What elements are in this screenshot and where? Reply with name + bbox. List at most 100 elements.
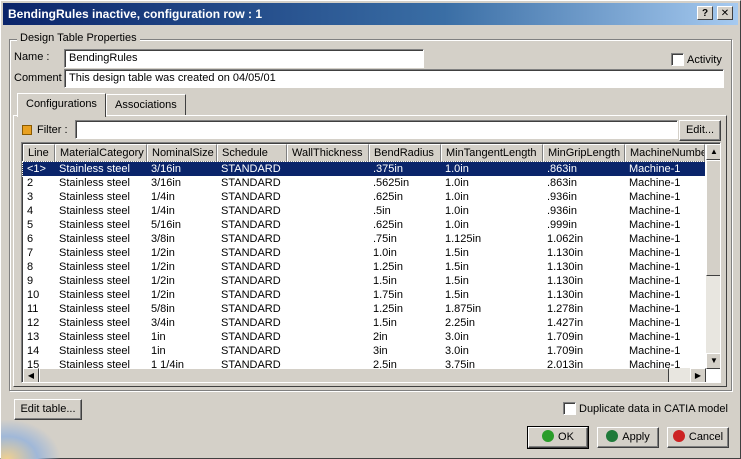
table-cell[interactable]: Stainless steel bbox=[55, 176, 147, 190]
table-cell[interactable]: 6 bbox=[23, 232, 55, 246]
table-cell[interactable]: 1/2in bbox=[147, 274, 217, 288]
table-cell[interactable] bbox=[287, 330, 369, 344]
design-table-grid[interactable]: Line MaterialCategory NominalSize Schedule W… bbox=[21, 142, 721, 383]
table-cell[interactable]: 14 bbox=[23, 344, 55, 358]
comment-field[interactable]: This design table was created on 04/05/0… bbox=[64, 69, 724, 88]
table-cell[interactable]: 1.75in bbox=[369, 288, 441, 302]
table-cell[interactable]: 1.0in bbox=[441, 190, 543, 204]
table-cell[interactable] bbox=[287, 260, 369, 274]
close-icon[interactable]: ✕ bbox=[717, 6, 733, 20]
column-header[interactable]: MaterialCategory bbox=[55, 144, 147, 162]
table-cell[interactable]: 1.5in bbox=[441, 274, 543, 288]
table-cell[interactable]: 3/16in bbox=[147, 176, 217, 190]
table-cell[interactable]: 5/16in bbox=[147, 218, 217, 232]
table-cell[interactable]: 1/2in bbox=[147, 260, 217, 274]
table-cell[interactable]: .936in bbox=[543, 190, 625, 204]
table-cell[interactable]: Machine-1 bbox=[625, 162, 705, 176]
table-cell[interactable]: 3.0in bbox=[441, 330, 543, 344]
table-cell[interactable]: Stainless steel bbox=[55, 162, 147, 176]
table-cell[interactable]: 1.278in bbox=[543, 302, 625, 316]
table-row[interactable]: 7 Stainless steel 1/2in STANDARD 1.0in 1.5in 1… bbox=[23, 246, 705, 260]
table-cell[interactable]: Machine-1 bbox=[625, 260, 705, 274]
table-cell[interactable]: 1.0in bbox=[441, 176, 543, 190]
table-cell[interactable]: 3/4in bbox=[147, 316, 217, 330]
table-cell[interactable]: Stainless steel bbox=[55, 232, 147, 246]
table-cell[interactable]: Stainless steel bbox=[55, 246, 147, 260]
table-cell[interactable]: Stainless steel bbox=[55, 274, 147, 288]
table-cell[interactable]: 11 bbox=[23, 302, 55, 316]
table-cell[interactable]: STANDARD bbox=[217, 274, 287, 288]
table-cell[interactable]: Machine-1 bbox=[625, 190, 705, 204]
table-cell[interactable]: Machine-1 bbox=[625, 176, 705, 190]
table-cell[interactable]: Stainless steel bbox=[55, 330, 147, 344]
name-field[interactable]: BendingRules bbox=[64, 49, 424, 68]
table-row[interactable]: 6 Stainless steel 3/8in STANDARD .75in 1.125i… bbox=[23, 232, 705, 246]
table-cell[interactable]: 1/2in bbox=[147, 288, 217, 302]
column-header[interactable]: BendRadius bbox=[369, 144, 441, 162]
table-cell[interactable]: 1.0in bbox=[441, 204, 543, 218]
table-cell[interactable]: STANDARD bbox=[217, 330, 287, 344]
table-cell[interactable]: 1.130in bbox=[543, 246, 625, 260]
table-cell[interactable] bbox=[287, 246, 369, 260]
horizontal-scroll-thumb[interactable] bbox=[39, 368, 669, 382]
table-cell[interactable]: 1in bbox=[147, 330, 217, 344]
table-cell[interactable]: STANDARD bbox=[217, 288, 287, 302]
table-cell[interactable]: STANDARD bbox=[217, 246, 287, 260]
table-cell[interactable]: 5 bbox=[23, 218, 55, 232]
table-cell[interactable] bbox=[287, 302, 369, 316]
table-cell[interactable]: Machine-1 bbox=[625, 344, 705, 358]
table-cell[interactable]: Stainless steel bbox=[55, 316, 147, 330]
table-cell[interactable]: 5/8in bbox=[147, 302, 217, 316]
table-cell[interactable]: 1.125in bbox=[441, 232, 543, 246]
edit-table-button[interactable]: Edit table... bbox=[14, 399, 82, 420]
apply-button[interactable]: Apply bbox=[597, 427, 659, 448]
table-row[interactable]: 11 Stainless steel 5/8in STANDARD 1.25in 1.87… bbox=[23, 302, 705, 316]
table-cell[interactable]: STANDARD bbox=[217, 232, 287, 246]
table-cell[interactable]: 1/2in bbox=[147, 246, 217, 260]
table-cell[interactable]: Stainless steel bbox=[55, 260, 147, 274]
table-cell[interactable]: .936in bbox=[543, 204, 625, 218]
column-header[interactable]: Schedule bbox=[217, 144, 287, 162]
table-cell[interactable]: 2 bbox=[23, 176, 55, 190]
column-header[interactable]: WallThickness bbox=[287, 144, 369, 162]
table-cell[interactable]: 1in bbox=[147, 344, 217, 358]
column-header[interactable]: Line bbox=[23, 144, 55, 162]
table-cell[interactable]: Machine-1 bbox=[625, 232, 705, 246]
table-cell[interactable]: 1.875in bbox=[441, 302, 543, 316]
table-cell[interactable]: 2in bbox=[369, 330, 441, 344]
table-cell[interactable]: Machine-1 bbox=[625, 274, 705, 288]
table-cell[interactable]: 8 bbox=[23, 260, 55, 274]
scroll-left-icon[interactable]: ◀ bbox=[23, 368, 39, 382]
column-header[interactable]: NominalSize bbox=[147, 144, 217, 162]
table-cell[interactable] bbox=[287, 274, 369, 288]
table-row[interactable]: <1> Stainless steel 3/16in STANDARD .375in 1.… bbox=[22, 161, 706, 177]
table-cell[interactable]: STANDARD bbox=[217, 162, 287, 176]
scroll-down-icon[interactable]: ▼ bbox=[706, 353, 720, 369]
table-cell[interactable]: 3/8in bbox=[147, 232, 217, 246]
table-cell[interactable]: .75in bbox=[369, 232, 441, 246]
table-cell[interactable]: Machine-1 bbox=[625, 330, 705, 344]
table-row[interactable]: 10 Stainless steel 1/2in STANDARD 1.75in 1.5i… bbox=[23, 288, 705, 302]
table-row[interactable]: 5 Stainless steel 5/16in STANDARD .625in 1.0i… bbox=[23, 218, 705, 232]
table-cell[interactable]: 1.130in bbox=[543, 288, 625, 302]
column-header[interactable]: MinTangentLength bbox=[441, 144, 543, 162]
table-cell[interactable]: STANDARD bbox=[217, 260, 287, 274]
table-cell[interactable] bbox=[287, 316, 369, 330]
title-bar[interactable]: BendingRules inactive, configuration row… bbox=[3, 3, 738, 25]
table-cell[interactable]: Stainless steel bbox=[55, 344, 147, 358]
column-header[interactable]: MachineNumbe bbox=[625, 144, 705, 162]
filter-icon[interactable] bbox=[22, 125, 32, 135]
table-row[interactable]: 14 Stainless steel 1in STANDARD 3in 3.0in 1.70… bbox=[23, 344, 705, 358]
table-cell[interactable]: 7 bbox=[23, 246, 55, 260]
table-cell[interactable]: .375in bbox=[369, 162, 441, 176]
table-cell[interactable]: 12 bbox=[23, 316, 55, 330]
table-cell[interactable]: 2.25in bbox=[441, 316, 543, 330]
table-row[interactable]: 9 Stainless steel 1/2in STANDARD 1.5in 1.5in 1… bbox=[23, 274, 705, 288]
table-cell[interactable]: 1.0in bbox=[369, 246, 441, 260]
table-cell[interactable]: Machine-1 bbox=[625, 288, 705, 302]
table-cell[interactable]: <1> bbox=[23, 162, 55, 176]
table-cell[interactable]: .625in bbox=[369, 218, 441, 232]
table-cell[interactable] bbox=[287, 344, 369, 358]
table-cell[interactable] bbox=[287, 190, 369, 204]
table-cell[interactable]: Stainless steel bbox=[55, 288, 147, 302]
